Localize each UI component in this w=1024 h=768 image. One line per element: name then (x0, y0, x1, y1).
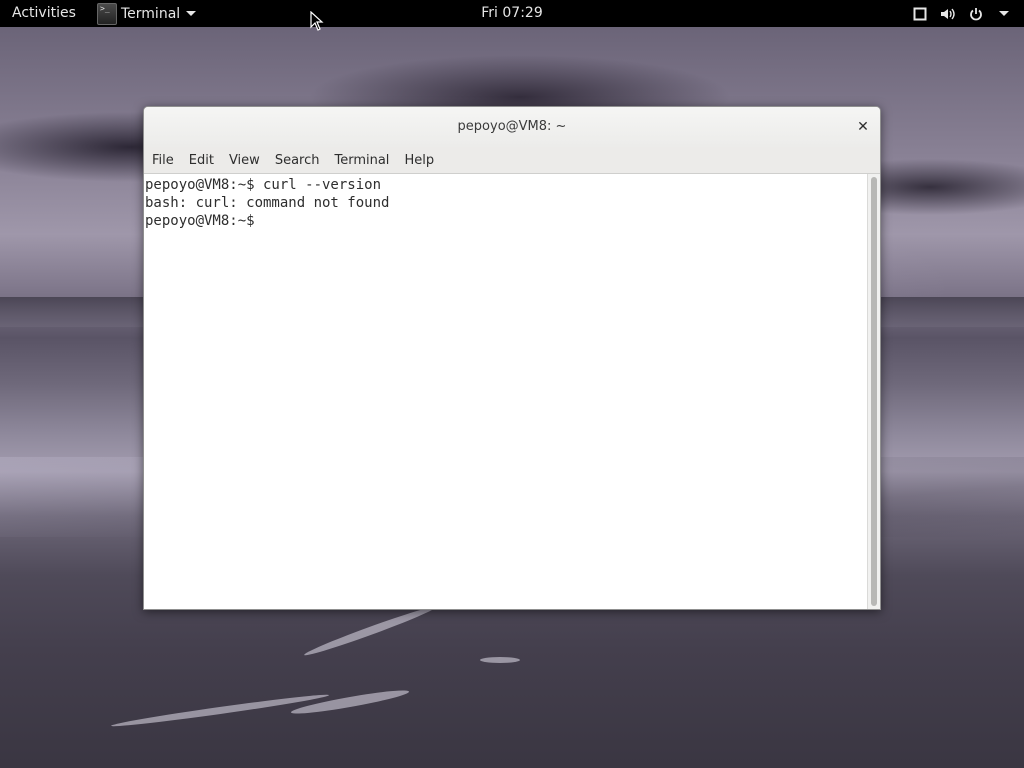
terminal-line: bash: curl: command not found (145, 195, 390, 211)
power-icon[interactable] (968, 6, 984, 22)
chevron-down-icon (186, 11, 197, 16)
menu-search[interactable]: Search (267, 153, 327, 168)
system-tray[interactable] (912, 0, 1012, 27)
window-title: pepoyo@VM8: ~ (457, 119, 567, 134)
chevron-down-icon[interactable] (996, 6, 1012, 22)
window-titlebar[interactable]: pepoyo@VM8: ~ ✕ (144, 107, 880, 147)
menu-edit[interactable]: Edit (181, 153, 221, 168)
clock-label[interactable]: Fri 07:29 (481, 5, 542, 21)
wave-foam (290, 686, 410, 718)
activities-button[interactable]: Activities (12, 5, 76, 21)
scrollbar-thumb[interactable] (871, 177, 877, 606)
wave-foam (480, 657, 520, 663)
terminal-icon: >_ (97, 2, 117, 25)
menu-terminal[interactable]: Terminal (326, 153, 396, 168)
menu-view[interactable]: View (221, 153, 267, 168)
app-menu-label: Terminal (121, 5, 181, 22)
mouse-cursor-icon (310, 11, 324, 31)
terminal-output[interactable]: pepoyo@VM8:~$ curl --version bash: curl:… (144, 174, 868, 609)
window-icon[interactable] (912, 6, 928, 22)
app-menu[interactable]: >_ Terminal (97, 0, 197, 27)
scrollbar[interactable] (867, 174, 880, 609)
top-bar: Activities >_ Terminal Fri 07:29 (0, 0, 1024, 27)
menu-bar: File Edit View Search Terminal Help (144, 147, 880, 174)
close-icon[interactable]: ✕ (854, 118, 872, 136)
menu-help[interactable]: Help (396, 153, 441, 168)
volume-icon[interactable] (940, 6, 956, 22)
menu-file[interactable]: File (144, 153, 181, 168)
terminal-line: pepoyo@VM8:~$ (145, 213, 264, 229)
wave-foam (302, 603, 438, 659)
terminal-line: pepoyo@VM8:~$ curl --version (145, 177, 382, 193)
terminal-window[interactable]: pepoyo@VM8: ~ ✕ File Edit View Search Te… (143, 106, 881, 610)
